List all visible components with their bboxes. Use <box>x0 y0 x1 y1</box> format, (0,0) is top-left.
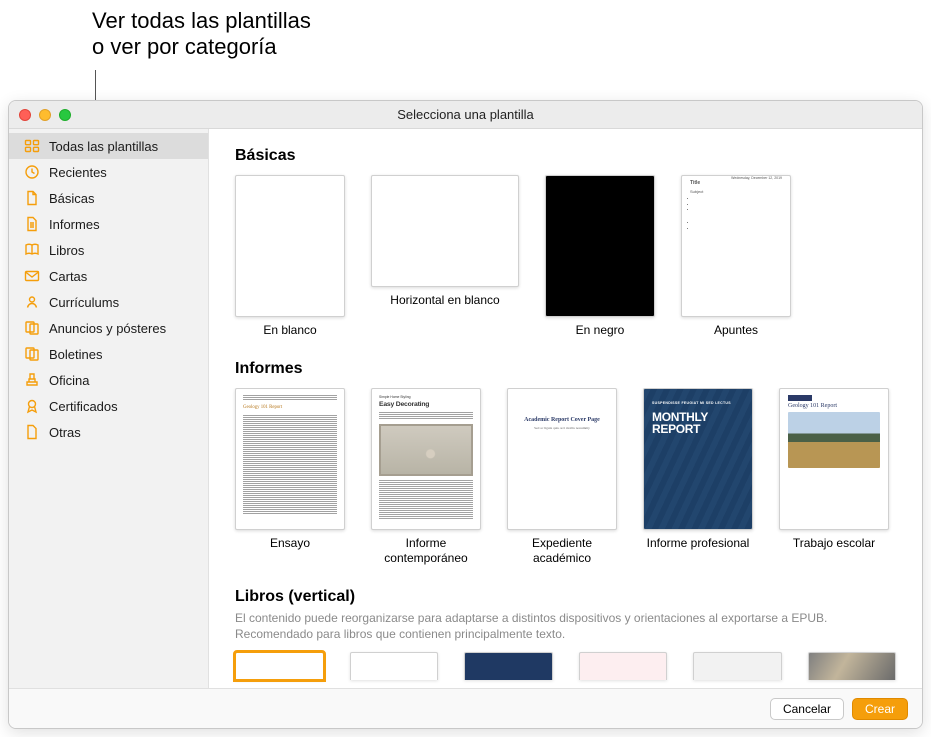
template-book-5[interactable] <box>693 652 782 680</box>
sidebar-item-label: Informes <box>49 217 100 232</box>
template-label: Apuntes <box>714 323 758 338</box>
create-button[interactable]: Crear <box>852 698 908 720</box>
template-thumbnail: Academic Report Cover Page Sed ac ligula… <box>507 388 617 530</box>
template-label: Informe contemporáneo <box>371 536 481 566</box>
template-school-report[interactable]: Geology 101 Report Trabajo escolar <box>779 388 889 566</box>
sidebar-item-all-templates[interactable]: Todas las plantillas <box>9 133 208 159</box>
annotation-line-2: o ver por categoría <box>92 34 311 60</box>
sidebar-item-label: Cartas <box>49 269 87 284</box>
sidebar-item-label: Boletines <box>49 347 102 362</box>
window-body: Todas las plantillas Recientes Básicas I… <box>9 129 922 688</box>
book-icon <box>23 242 40 259</box>
stamp-icon <box>23 372 40 389</box>
template-professional-report[interactable]: SUSPENDISSE FEUGIAT MI SED LECTUS MONTHL… <box>643 388 753 566</box>
template-label: Horizontal en blanco <box>390 293 499 308</box>
envelope-icon <box>23 268 40 285</box>
template-thumbnail: Simple Home Styling Easy Decorating <box>371 388 481 530</box>
template-label: Trabajo escolar <box>793 536 875 551</box>
template-book-3[interactable] <box>464 652 553 680</box>
document-lines-icon <box>23 216 40 233</box>
template-book-4[interactable] <box>579 652 668 680</box>
template-essay[interactable]: Geology 101 Report Ensayo <box>235 388 345 566</box>
annotation-callout: Ver todas las plantillas o ver por categ… <box>92 8 311 61</box>
template-contemporary-report[interactable]: Simple Home Styling Easy Decorating Info… <box>371 388 481 566</box>
sidebar-item-newsletters[interactable]: Boletines <box>9 341 208 367</box>
section-title-books: Libros (vertical) <box>235 588 904 606</box>
sidebar-item-label: Básicas <box>49 191 95 206</box>
grid-icon <box>23 138 40 155</box>
clock-icon <box>23 164 40 181</box>
template-thumbnail: Geology 101 Report <box>235 388 345 530</box>
sidebar-item-books[interactable]: Libros <box>9 237 208 263</box>
template-thumbnail: Geology 101 Report <box>779 388 889 530</box>
template-blank-landscape[interactable]: Horizontal en blanco <box>371 175 519 338</box>
sidebar-item-label: Currículums <box>49 295 119 310</box>
button-label: Cancelar <box>783 702 831 716</box>
section-title-reports: Informes <box>235 360 904 378</box>
sidebar-item-basic[interactable]: Básicas <box>9 185 208 211</box>
template-grid-books <box>227 652 904 680</box>
template-book-6[interactable] <box>808 652 897 680</box>
sidebar-item-label: Certificados <box>49 399 118 414</box>
button-label: Crear <box>865 702 895 716</box>
sidebar-item-letters[interactable]: Cartas <box>9 263 208 289</box>
section-description-books: El contenido puede reorganizarse para ad… <box>235 610 904 642</box>
template-book-1[interactable] <box>235 652 324 680</box>
sidebar-item-recents[interactable]: Recientes <box>9 159 208 185</box>
template-grid-area: Básicas En blanco Horizontal en blanco E… <box>209 129 922 688</box>
window-title: Selecciona una plantilla <box>9 107 922 122</box>
sidebar-item-label: Anuncios y pósteres <box>49 321 166 336</box>
sidebar-item-reports[interactable]: Informes <box>9 211 208 237</box>
template-grid-basic: En blanco Horizontal en blanco En negro … <box>227 175 904 356</box>
document-icon <box>23 190 40 207</box>
sidebar-item-label: Libros <box>49 243 84 258</box>
template-book-2[interactable] <box>350 652 439 680</box>
template-thumbnail: Wednesday, December 12, 2019 Title Subje… <box>681 175 791 317</box>
template-chooser-window: Selecciona una plantilla Todas las plant… <box>8 100 923 729</box>
sidebar-item-resumes[interactable]: Currículums <box>9 289 208 315</box>
pages-icon <box>23 320 40 337</box>
sidebar-item-label: Recientes <box>49 165 107 180</box>
template-label: En blanco <box>263 323 316 338</box>
template-notes[interactable]: Wednesday, December 12, 2019 Title Subje… <box>681 175 791 338</box>
sidebar-item-label: Todas las plantillas <box>49 139 158 154</box>
window-titlebar: Selecciona una plantilla <box>9 101 922 129</box>
sidebar-item-posters[interactable]: Anuncios y pósteres <box>9 315 208 341</box>
section-title-basic: Básicas <box>235 147 904 165</box>
sidebar-item-certificates[interactable]: Certificados <box>9 393 208 419</box>
ribbon-icon <box>23 398 40 415</box>
template-thumbnail: SUSPENDISSE FEUGIAT MI SED LECTUS MONTHL… <box>643 388 753 530</box>
document-icon <box>23 424 40 441</box>
template-blank[interactable]: En blanco <box>235 175 345 338</box>
template-thumbnail <box>371 175 519 287</box>
cancel-button[interactable]: Cancelar <box>770 698 844 720</box>
template-thumbnail <box>545 175 655 317</box>
category-sidebar: Todas las plantillas Recientes Básicas I… <box>9 129 209 688</box>
bottom-toolbar: Cancelar Crear <box>9 688 922 728</box>
template-black[interactable]: En negro <box>545 175 655 338</box>
person-icon <box>23 294 40 311</box>
template-academic-report[interactable]: Academic Report Cover Page Sed ac ligula… <box>507 388 617 566</box>
template-label: Expediente académico <box>507 536 617 566</box>
pages-icon <box>23 346 40 363</box>
annotation-line-1: Ver todas las plantillas <box>92 8 311 34</box>
template-thumbnail <box>235 175 345 317</box>
sidebar-item-label: Oficina <box>49 373 89 388</box>
template-label: En negro <box>576 323 625 338</box>
template-label: Informe profesional <box>647 536 750 551</box>
template-grid-reports: Geology 101 Report Ensayo Simple Home St… <box>227 388 904 584</box>
sidebar-item-other[interactable]: Otras <box>9 419 208 445</box>
sidebar-item-office[interactable]: Oficina <box>9 367 208 393</box>
sidebar-item-label: Otras <box>49 425 81 440</box>
template-label: Ensayo <box>270 536 310 551</box>
